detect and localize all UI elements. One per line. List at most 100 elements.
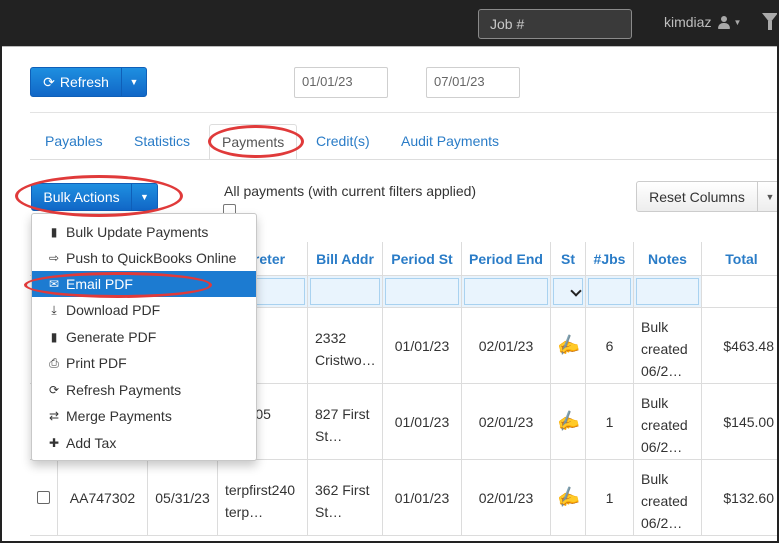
toolbar-divider [30,112,779,113]
envelope-icon: ✉ [48,277,60,291]
tab-credits[interactable]: Credit(s) [316,133,370,149]
notes-cell: Bulk created 06/2… [634,308,702,384]
total-cell: $145.00 [702,384,779,460]
refresh-options-button[interactable]: ▼ [121,67,147,97]
chevron-down-icon[interactable] [569,284,583,298]
status-cell: ✍ [551,460,586,536]
reset-columns-toggle[interactable]: ▼ [757,181,779,212]
menu-item-label: Refresh Payments [66,382,182,398]
status-cell: ✍ [551,384,586,460]
header-total[interactable]: Total [702,242,779,276]
cell-line: 06/2… [641,515,683,531]
total-cell: $463.48 [702,308,779,384]
period-start-cell: 01/01/23 [383,384,462,460]
tab-audit-payments[interactable]: Audit Payments [401,133,499,149]
tab-payables[interactable]: Payables [45,133,103,149]
payment-id-cell[interactable]: AA747302 [58,460,148,536]
tab-payments[interactable]: Payments [209,124,298,160]
cell-line: created [641,493,688,509]
user-icon [718,15,731,29]
filter-period-start[interactable] [383,276,462,308]
menu-item-add-tax[interactable]: ✚ Add Tax [32,430,256,456]
cell-line: terpfirst240 [225,482,296,498]
cell-line: 06/2… [641,439,683,455]
plus-icon: ✚ [48,436,60,450]
header-jobs[interactable]: #Jbs [586,242,634,276]
print-icon: ⎙ [49,355,59,370]
total-cell: $132.60 [702,460,779,536]
menu-item-refresh-payments[interactable]: ⟳ Refresh Payments [32,377,256,403]
signature-hand-icon: ✍ [554,408,582,434]
bulk-actions-button[interactable]: Bulk Actions [31,183,132,211]
user-menu[interactable]: kimdiaz ▼ [664,14,741,30]
bulk-actions-menu: ▮ Bulk Update Payments ⇨ Push to QuickBo… [31,213,257,461]
menu-item-label: Push to QuickBooks Online [66,250,237,266]
cell-line: 362 First [315,482,370,498]
menu-item-label: Bulk Update Payments [66,224,209,240]
filter-total [702,276,779,308]
menu-item-merge-payments[interactable]: ⇄ Merge Payments [32,403,256,429]
cell-line: Bulk [641,319,669,335]
menu-item-push-to-quickbooks[interactable]: ⇨ Push to QuickBooks Online [32,245,256,271]
sign-out-icon: ⇨ [48,251,60,265]
bill-addr-cell: 362 First St… [308,460,383,536]
menu-item-bulk-update-payments[interactable]: ▮ Bulk Update Payments [32,219,256,245]
filter-bill-addr[interactable] [308,276,383,308]
bill-addr-cell: 827 First St… [308,384,383,460]
chevron-down-icon: ▼ [765,191,775,202]
period-end-cell: 02/01/23 [462,460,551,536]
refresh-button[interactable]: ⟳ Refresh [30,67,122,97]
row-select-cell [30,460,58,536]
date-from-field[interactable]: 01/01/23 [294,67,388,98]
file-icon: ▮ [50,330,58,344]
jobs-cell: 6 [586,308,634,384]
menu-item-download-pdf[interactable]: ⤓ Download PDF [32,297,256,323]
chevron-down-icon: ▼ [733,17,742,27]
refresh-icon: ⟳ [48,383,60,397]
header-bill-addr[interactable]: Bill Addr [308,242,383,276]
cell-line: 827 First [315,406,370,422]
tab-statistics[interactable]: Statistics [134,133,190,149]
cell-line: Bulk [641,471,669,487]
date-to-field[interactable]: 07/01/23 [426,67,520,98]
bulk-actions-toggle[interactable]: ▼ [131,183,158,211]
period-end-cell: 02/01/23 [462,384,551,460]
period-start-cell: 01/01/23 [383,460,462,536]
status-cell: ✍ [551,308,586,384]
reset-columns-button[interactable]: Reset Columns [636,181,758,212]
header-period-end[interactable]: Period End [462,242,551,276]
header-notes[interactable]: Notes [634,242,702,276]
menu-item-generate-pdf[interactable]: ▮ Generate PDF [32,324,256,350]
menu-item-label: Generate PDF [66,329,157,345]
file-icon: ▮ [50,225,58,239]
download-icon: ⤓ [51,302,57,317]
cell-line: Bulk [641,395,669,411]
navbar-divider [0,46,779,47]
header-period-start[interactable]: Period St [383,242,462,276]
header-status[interactable]: St [551,242,586,276]
jobs-cell: 1 [586,384,634,460]
cell-line: 06/2… [641,363,683,379]
job-number-input[interactable] [478,9,632,39]
cell-line: terp… [225,504,264,520]
filter-icon[interactable] [762,13,778,30]
menu-item-email-pdf[interactable]: ✉ Email PDF [32,271,256,297]
menu-item-label: Email PDF [66,276,133,292]
chevron-down-icon: ▼ [129,77,139,87]
filter-jobs[interactable] [586,276,634,308]
cell-line: St… [315,504,343,520]
cell-line: 2332 [315,330,347,346]
cell-line: created [641,341,688,357]
menu-item-label: Merge Payments [66,408,172,424]
menu-item-label: Print PDF [66,355,127,371]
menu-item-label: Add Tax [66,435,117,451]
top-navbar: kimdiaz ▼ [0,0,779,46]
period-start-cell: 01/01/23 [383,308,462,384]
menu-item-print-pdf[interactable]: ⎙ Print PDF [32,350,256,376]
filter-period-end[interactable] [462,276,551,308]
filter-notes[interactable] [634,276,702,308]
exchange-icon: ⇄ [48,409,60,423]
row-checkbox[interactable] [37,491,50,504]
tabs-baseline [30,159,779,160]
all-payments-label: All payments (with current filters appli… [224,183,477,199]
